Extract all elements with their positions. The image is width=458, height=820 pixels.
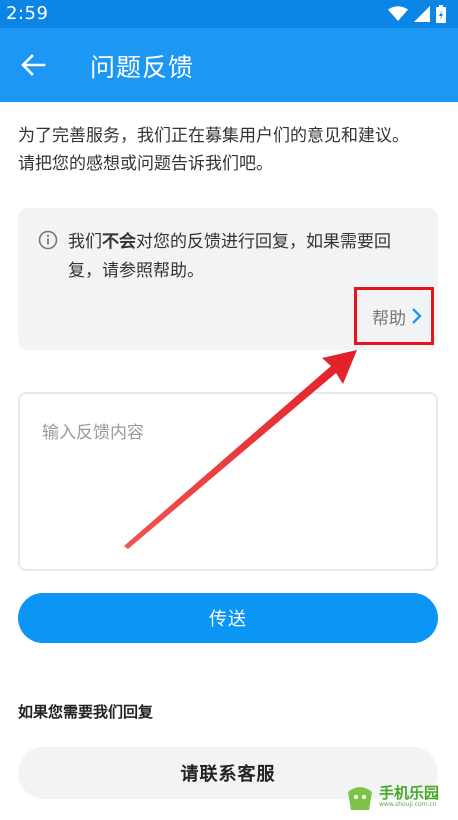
notice-prefix: 我们 xyxy=(68,232,102,252)
app-bar: 问题反馈 xyxy=(0,28,458,102)
wifi-icon xyxy=(388,6,408,21)
contact-button-label: 请联系客服 xyxy=(180,764,276,785)
intro-text: 为了完善服务，我们正在募集用户们的意见和建议。 请把您的感想或问题告诉我们吧。 xyxy=(18,122,438,178)
status-icons xyxy=(388,5,446,23)
feedback-input[interactable] xyxy=(20,394,436,569)
status-time: 2:59 xyxy=(6,3,49,24)
battery-icon xyxy=(436,5,446,23)
intro-line-2: 请把您的感想或问题告诉我们吧。 xyxy=(18,154,273,174)
send-button[interactable]: 传送 xyxy=(18,593,438,643)
contact-service-button[interactable]: 请联系客服 xyxy=(18,747,438,799)
notice-text: 我们不会对您的反馈进行回复，如果需要回复，请参照帮助。 xyxy=(68,228,418,286)
status-bar: 2:59 xyxy=(0,0,458,28)
intro-line-1: 为了完善服务，我们正在募集用户们的意见和建议。 xyxy=(18,126,409,146)
info-circle-icon xyxy=(38,230,58,250)
send-button-label: 传送 xyxy=(209,609,247,630)
notice-emphasis: 不会 xyxy=(102,232,136,252)
reply-section-label: 如果您需要我们回复 xyxy=(18,703,154,721)
signal-icon xyxy=(414,6,430,22)
page-title: 问题反馈 xyxy=(90,53,195,82)
arrow-left-icon[interactable] xyxy=(20,52,46,78)
watermark-subtitle: www.shouji.com.cn xyxy=(379,800,437,808)
help-highlight-box xyxy=(354,287,434,345)
feedback-input-box[interactable] xyxy=(18,392,438,571)
